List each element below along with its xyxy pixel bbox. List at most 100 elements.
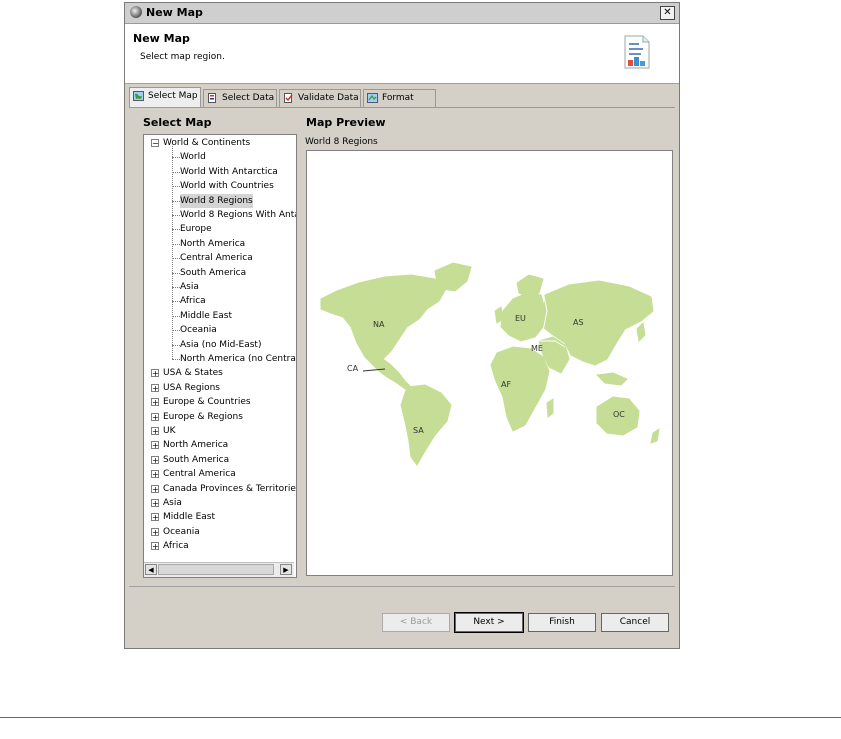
- tree-content: − World & Continents World World With Antar…: [144, 135, 296, 561]
- map-tree[interactable]: − World & Continents World World With Antar…: [143, 134, 297, 578]
- tree-node[interactable]: Middle East: [163, 510, 215, 524]
- tree-expander-icon[interactable]: +: [151, 542, 159, 551]
- tree-expander-icon[interactable]: +: [151, 369, 159, 378]
- next-button[interactable]: Next >: [454, 612, 524, 633]
- tree-connector: [172, 344, 180, 346]
- central-america-region: [372, 358, 412, 390]
- world-map: NA CA SA EU AF ME AS OC: [320, 262, 660, 466]
- south-america-region: [400, 384, 452, 466]
- tree-node[interactable]: Canada Provinces & Territories: [163, 482, 296, 496]
- tree-node[interactable]: World 8 Regions: [180, 193, 253, 208]
- tree-expander-icon[interactable]: +: [151, 470, 159, 479]
- madagascar-shape: [546, 398, 554, 418]
- tree-node[interactable]: World 8 Regions With Antarctica: [180, 208, 296, 222]
- tree-expander-icon[interactable]: +: [151, 499, 159, 508]
- tree-node[interactable]: Europe: [180, 222, 212, 236]
- close-button[interactable]: ✕: [660, 6, 675, 20]
- globe-icon: [133, 91, 144, 101]
- africa-region: [490, 346, 550, 432]
- select-map-heading: Select Map: [143, 116, 212, 129]
- region-label: ME: [531, 344, 543, 353]
- tree-expander-icon[interactable]: +: [151, 441, 159, 450]
- indonesia-shape: [595, 372, 628, 386]
- tree-node[interactable]: World with Countries: [180, 179, 274, 193]
- tree-connector: [172, 315, 180, 317]
- tree-connector: [172, 146, 173, 360]
- tree-node[interactable]: Middle East: [180, 309, 232, 323]
- region-label: SA: [413, 426, 424, 435]
- tree-node[interactable]: Africa: [163, 539, 189, 553]
- region-label: OC: [613, 410, 625, 419]
- tree-expander-icon[interactable]: +: [151, 427, 159, 436]
- finish-button[interactable]: Finish: [528, 613, 596, 632]
- tree-expander-icon[interactable]: −: [151, 139, 159, 148]
- tab-label: Validate Data: [298, 93, 359, 103]
- tree-expander-icon[interactable]: +: [151, 398, 159, 407]
- new-map-dialog: New Map ✕ New Map Select map region. Sel…: [124, 2, 680, 649]
- tree-node[interactable]: World With Antarctica: [180, 165, 278, 179]
- tree-node[interactable]: North America: [163, 438, 228, 452]
- tree-expander-icon[interactable]: +: [151, 484, 159, 493]
- map-wizard-icon: [624, 35, 650, 69]
- tree-expander-icon[interactable]: +: [151, 513, 159, 522]
- horizontal-scrollbar[interactable]: ◀ ▶: [144, 562, 294, 577]
- tree-connector: [172, 258, 180, 260]
- tab-label: Select Data: [222, 93, 275, 103]
- tree-connector: [172, 243, 180, 245]
- tree-node[interactable]: South America: [163, 453, 229, 467]
- tree-node[interactable]: North America: [180, 237, 245, 251]
- tree-connector: [172, 186, 180, 188]
- select-map-panel: Select Map Map Preview − World & Continen…: [129, 107, 675, 584]
- tab-label: Select Map: [148, 91, 198, 101]
- tree-connector: [172, 229, 180, 231]
- title-bar: New Map ✕: [125, 3, 679, 24]
- tab-format-map[interactable]: Format Map: [363, 89, 436, 119]
- tree-connector: [172, 171, 180, 173]
- validate-icon: [284, 93, 293, 103]
- tree-connector: [172, 359, 180, 360]
- button-separator: [129, 586, 675, 587]
- scroll-thumb[interactable]: [158, 564, 274, 575]
- tree-node[interactable]: Central America: [163, 467, 236, 481]
- tree-connector: [172, 301, 180, 303]
- tree-node[interactable]: South America: [180, 266, 246, 280]
- tree-node[interactable]: World & Continents: [163, 136, 250, 150]
- tree-node[interactable]: USA Regions: [163, 381, 220, 395]
- tree-connector: [172, 272, 180, 274]
- tree-node[interactable]: Africa: [180, 294, 206, 308]
- tree-node[interactable]: Oceania: [180, 323, 217, 337]
- tree-node[interactable]: UK: [163, 424, 176, 438]
- tree-node[interactable]: Europe & Countries: [163, 395, 251, 409]
- tab-select-map[interactable]: Select Map: [129, 87, 201, 108]
- region-label: AF: [501, 380, 511, 389]
- tree-expander-icon[interactable]: +: [151, 412, 159, 421]
- tree-expander-icon[interactable]: +: [151, 383, 159, 392]
- banner-title: New Map: [133, 32, 190, 45]
- tree-connector: [172, 157, 180, 159]
- tree-expander-icon[interactable]: +: [151, 455, 159, 464]
- scroll-left-button[interactable]: ◀: [145, 564, 157, 575]
- tree-connector: [172, 330, 180, 332]
- data-icon: [208, 93, 216, 103]
- app-icon: [130, 6, 142, 18]
- back-button[interactable]: < Back: [382, 613, 450, 632]
- tree-node[interactable]: Oceania: [163, 525, 200, 539]
- tree-expander-icon[interactable]: +: [151, 527, 159, 536]
- scroll-right-button[interactable]: ▶: [280, 564, 292, 575]
- cancel-button[interactable]: Cancel: [601, 613, 669, 632]
- tree-node[interactable]: Asia (no Mid-East): [180, 338, 261, 352]
- tree-node[interactable]: USA & States: [163, 366, 223, 380]
- window-title: New Map: [146, 6, 203, 19]
- new-zealand-shape: [650, 427, 660, 444]
- map-preview: NA CA SA EU AF ME AS OC: [306, 150, 673, 576]
- tree-node[interactable]: Asia: [163, 496, 182, 510]
- tree-node[interactable]: World: [180, 150, 206, 164]
- tree-node[interactable]: Central America: [180, 251, 253, 265]
- region-label: EU: [515, 314, 526, 323]
- tab-validate-data[interactable]: Validate Data: [279, 89, 361, 107]
- tab-select-data[interactable]: Select Data: [203, 89, 277, 107]
- tree-node[interactable]: Europe & Regions: [163, 410, 243, 424]
- tree-connector: [172, 287, 180, 288]
- tree-node[interactable]: Asia: [180, 280, 199, 294]
- tree-node[interactable]: North America (no Central America): [180, 352, 296, 366]
